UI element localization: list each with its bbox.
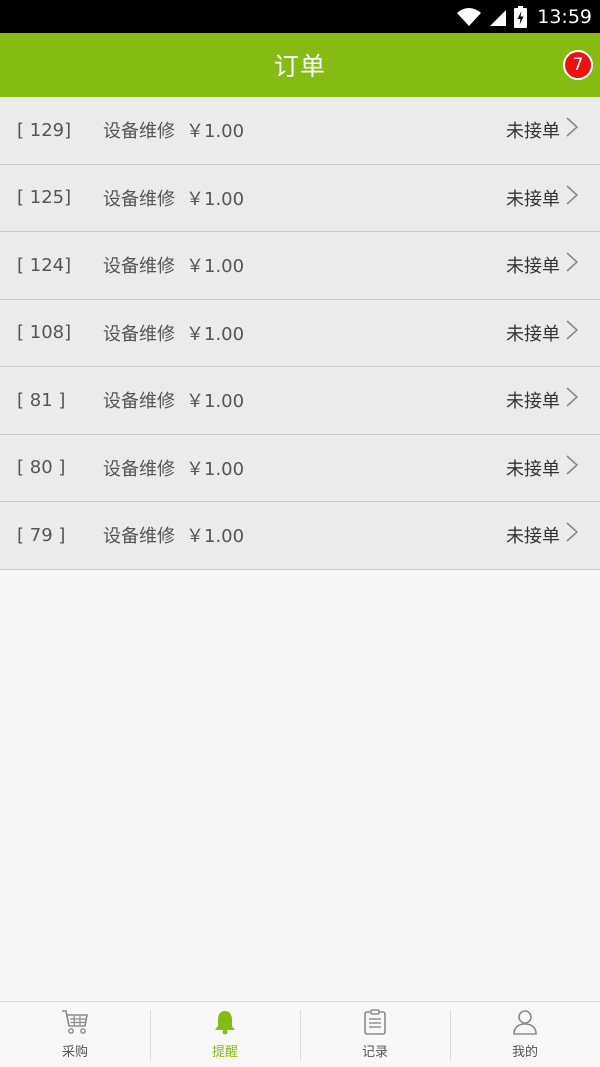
order-name: 设备维修 [103, 323, 175, 345]
order-row[interactable]: [ 81 ] 设备维修 ￥1.00 未接单 [0, 367, 600, 435]
order-status: 未接单 [506, 323, 560, 345]
signal-icon [488, 7, 508, 27]
screen: 13:59 订单 7 [ 129] 设备维修 ￥1.00 未接单 [ 125] … [0, 0, 600, 1067]
order-name: 设备维修 [103, 121, 175, 143]
nav-label: 我的 [511, 1045, 538, 1060]
order-id: [ 80 ] [17, 457, 66, 479]
order-status: 未接单 [506, 526, 560, 548]
nav-label: 记录 [361, 1045, 388, 1060]
page-title: 订单 [273, 52, 326, 81]
clipboard-icon [363, 1009, 387, 1039]
chevron-right-icon [566, 387, 579, 411]
order-status: 未接单 [506, 458, 560, 480]
order-name: 设备维修 [103, 391, 175, 413]
order-price: ￥1.00 [186, 458, 245, 480]
order-status: 未接单 [506, 121, 560, 143]
order-id: [ 125] [17, 187, 72, 209]
chevron-right-icon [566, 454, 579, 479]
order-id: [ 79 ] [17, 524, 66, 546]
order-price: ￥1.00 [186, 323, 245, 345]
order-name: 设备维修 [103, 188, 175, 210]
order-status: 未接单 [506, 391, 560, 413]
order-price: ￥1.00 [186, 391, 245, 413]
order-name: 设备维修 [103, 256, 175, 278]
status-bar: 13:59 [0, 0, 600, 33]
order-price: ￥1.00 [186, 256, 245, 278]
cart-icon [61, 1009, 89, 1039]
order-row[interactable]: [ 80 ] 设备维修 ￥1.00 未接单 [0, 434, 600, 502]
status-time: 13:59 [537, 5, 592, 28]
nav-label: 采购 [61, 1045, 88, 1060]
user-icon [512, 1009, 538, 1039]
bottom-nav: 采购 提醒 记录 我的 [0, 1001, 600, 1067]
nav-item-mine[interactable]: 我的 [450, 1002, 600, 1067]
nav-label: 提醒 [211, 1045, 238, 1060]
title-bar: 订单 7 [0, 33, 600, 97]
order-row[interactable]: [ 124] 设备维修 ￥1.00 未接单 [0, 232, 600, 300]
order-id: [ 108] [17, 322, 72, 344]
order-row[interactable]: [ 79 ] 设备维修 ￥1.00 未接单 [0, 502, 600, 570]
order-status: 未接单 [506, 188, 560, 210]
order-list: [ 129] 设备维修 ￥1.00 未接单 [ 125] 设备维修 ￥1.00 … [0, 97, 600, 570]
nav-item-purchase[interactable]: 采购 [0, 1002, 150, 1067]
order-name: 设备维修 [103, 458, 175, 480]
order-row[interactable]: [ 129] 设备维修 ￥1.00 未接单 [0, 97, 600, 165]
order-row[interactable]: [ 108] 设备维修 ￥1.00 未接单 [0, 299, 600, 367]
nav-item-records[interactable]: 记录 [300, 1002, 450, 1067]
notification-badge[interactable]: 7 [563, 50, 593, 80]
order-id: [ 81 ] [17, 389, 66, 411]
order-price: ￥1.00 [186, 188, 245, 210]
chevron-right-icon [566, 252, 579, 276]
order-id: [ 124] [17, 254, 72, 276]
battery-charging-icon [514, 5, 528, 28]
order-price: ￥1.00 [186, 526, 245, 548]
order-status: 未接单 [506, 256, 560, 278]
order-name: 设备维修 [103, 526, 175, 548]
order-row[interactable]: [ 125] 设备维修 ￥1.00 未接单 [0, 164, 600, 232]
nav-item-reminder[interactable]: 提醒 [150, 1002, 300, 1067]
chevron-right-icon [566, 522, 579, 546]
order-price: ￥1.00 [186, 121, 245, 143]
chevron-right-icon [566, 319, 579, 344]
order-id: [ 129] [17, 119, 72, 141]
bell-icon [213, 1009, 237, 1039]
chevron-right-icon [566, 117, 579, 141]
chevron-right-icon [566, 184, 579, 209]
wifi-icon [456, 7, 482, 27]
